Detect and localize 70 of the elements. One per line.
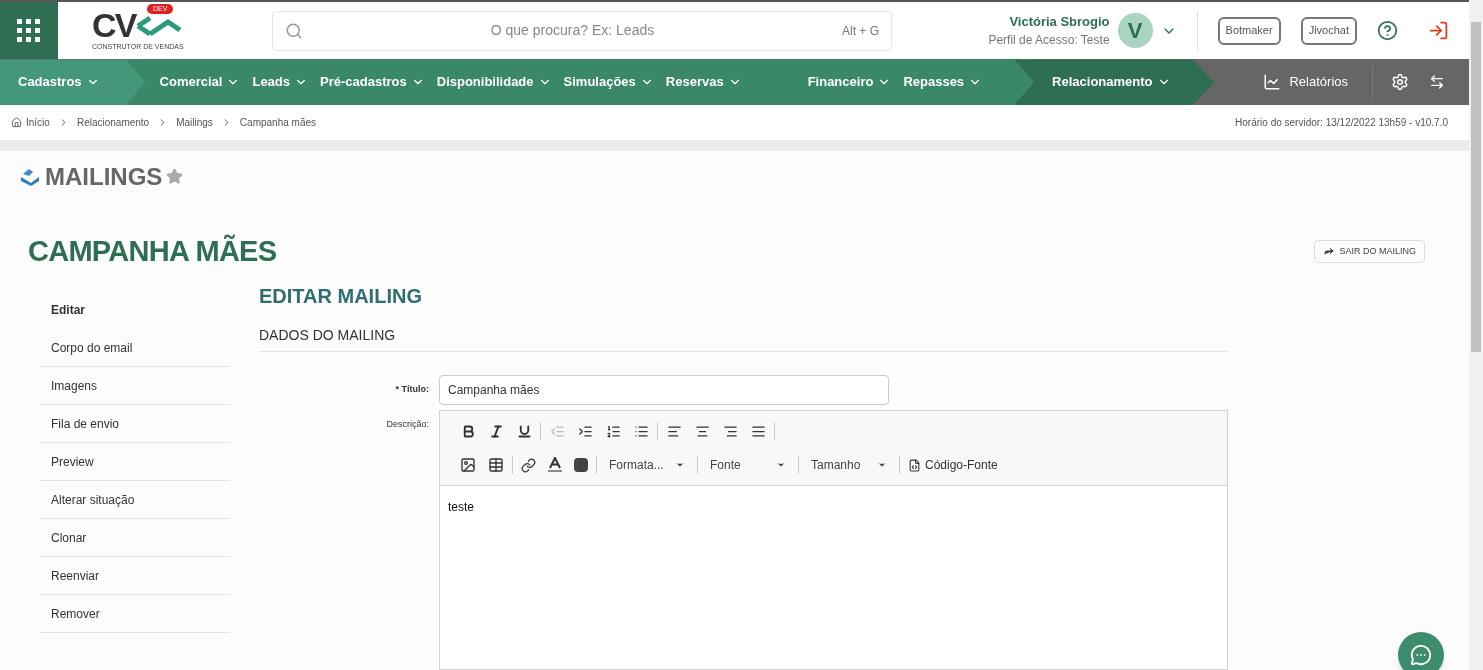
rich-text-editor[interactable]: Formata... Fonte Tamanho Código-Fonte teste xyxy=(439,410,1228,670)
side-menu-item[interactable]: Editar xyxy=(40,291,230,329)
home-icon xyxy=(11,116,22,128)
side-menu-item[interactable]: Alterar situação xyxy=(40,481,230,519)
format-dropdown[interactable]: Tamanho xyxy=(801,456,897,474)
logout-icon[interactable] xyxy=(1428,20,1449,42)
code-file-icon xyxy=(908,458,921,472)
favorite-star-icon[interactable] xyxy=(166,168,184,185)
module-title: MAILINGS xyxy=(45,161,163,192)
caret-icon xyxy=(776,460,786,470)
link-icon[interactable] xyxy=(521,457,536,473)
nav-menu-item[interactable]: Simulações xyxy=(557,59,660,105)
text-color-icon[interactable] xyxy=(548,457,562,473)
integration-button[interactable]: Jivochat xyxy=(1300,16,1357,45)
format-dropdown[interactable]: Fonte xyxy=(700,456,796,474)
chat-icon xyxy=(1410,644,1432,666)
section-title: DADOS DO MAILING xyxy=(259,327,396,343)
breadcrumb-link[interactable]: Início xyxy=(26,114,50,130)
nav-menu-item[interactable]: Relacionamento xyxy=(1014,59,1215,105)
integration-button[interactable]: Botmaker xyxy=(1217,16,1281,45)
user-name: Victória Sbrogio xyxy=(1009,12,1110,31)
background-color-icon[interactable] xyxy=(574,458,588,472)
source-code-button[interactable]: Código-Fonte xyxy=(902,456,1004,474)
scrollbar[interactable] xyxy=(1469,0,1483,670)
side-menu-item[interactable]: Imagens xyxy=(40,367,230,405)
side-menu-item[interactable]: Clonar xyxy=(40,519,230,557)
format-dropdown[interactable]: Formata... xyxy=(599,456,695,474)
side-menu-item[interactable]: Reenviar xyxy=(40,557,230,595)
search-icon xyxy=(285,21,303,40)
nav-menu-item[interactable]: Leads xyxy=(246,59,315,105)
field-label: * Título: xyxy=(394,383,430,397)
breadcrumb-link[interactable]: Mailings xyxy=(176,114,213,130)
chart-icon xyxy=(1263,73,1282,92)
caret-icon xyxy=(675,460,685,470)
field-label: Descrição: xyxy=(385,418,430,431)
breadcrumb-link[interactable]: Campanha mães xyxy=(239,114,316,130)
side-menu-item[interactable]: Corpo do email xyxy=(40,329,230,367)
shortcut-hint: Alt + G xyxy=(842,22,879,40)
side-menu-item[interactable]: Remover xyxy=(40,595,230,633)
nav-menu-item[interactable]: Reservas xyxy=(659,59,748,105)
nav-menu-item[interactable]: Financeiro xyxy=(747,59,898,105)
image-icon[interactable] xyxy=(460,457,476,473)
logo-mark-icon xyxy=(135,14,182,37)
nav-menu-item[interactable]: Comercial xyxy=(125,59,247,105)
user-profile: Perfil de Acesso: Teste xyxy=(988,32,1110,50)
side-menu-item[interactable]: Preview xyxy=(40,443,230,481)
editor-content: teste xyxy=(448,500,474,514)
help-icon[interactable] xyxy=(1377,20,1398,42)
side-menu-item[interactable]: Fila de envio xyxy=(40,405,230,443)
caret-icon xyxy=(877,460,887,470)
nav-menu-item[interactable]: Disponibilidade xyxy=(430,59,558,105)
mailbox-icon xyxy=(19,166,41,187)
settings-icon[interactable] xyxy=(1391,73,1409,92)
breadcrumb-link[interactable]: Relacionamento xyxy=(76,114,150,130)
user-avatar[interactable]: V xyxy=(1117,13,1153,49)
page-title: CAMPANHA MÃES xyxy=(28,233,277,269)
apps-menu-button[interactable] xyxy=(0,2,58,60)
nav-menu-item[interactable]: Repasses xyxy=(897,59,1035,105)
search-field[interactable]: O que procura? Ex: Leads Alt + G xyxy=(272,10,892,51)
nav-menu-item[interactable]: Cadastros xyxy=(0,59,146,105)
swap-icon[interactable] xyxy=(1429,74,1445,91)
exit-mailing-button[interactable]: SAIR DO MAILING xyxy=(1314,239,1425,263)
reports-link[interactable]: Relatórios xyxy=(1247,72,1364,92)
table-icon[interactable] xyxy=(488,457,504,473)
chat-button[interactable] xyxy=(1398,632,1444,670)
nav-menu-item[interactable]: Pré-cadastros xyxy=(314,59,431,105)
grid-icon xyxy=(17,18,41,43)
server-time: Horário do servidor: 13/12/2022 13h59 - v10.7.0 xyxy=(1235,115,1448,130)
form-heading: EDITAR MAILING xyxy=(259,284,423,309)
title-input[interactable]: Campanha mães xyxy=(439,375,889,405)
